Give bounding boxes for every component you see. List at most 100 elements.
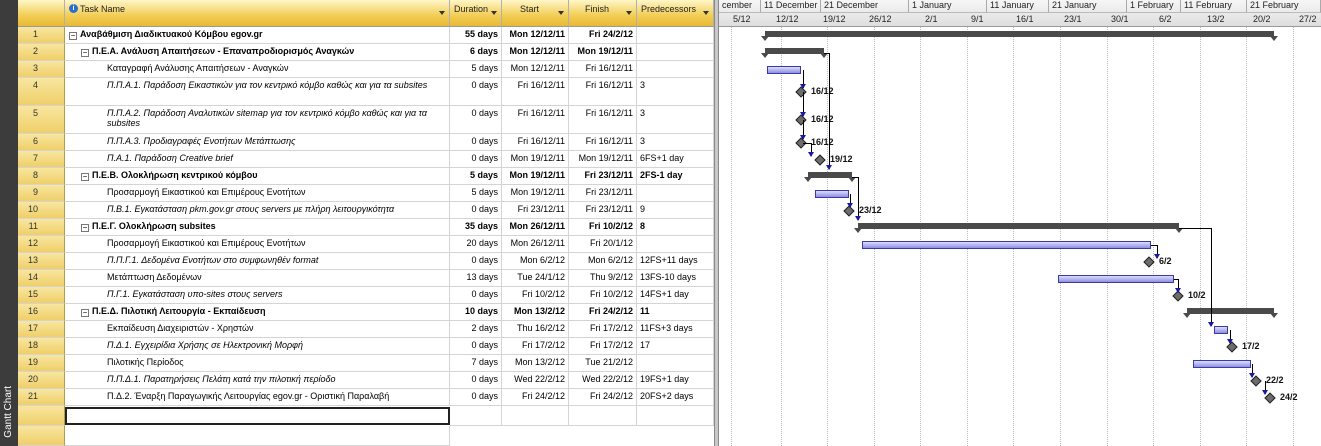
- collapse-toggle-icon[interactable]: −: [81, 224, 89, 232]
- table-row[interactable]: 21 Π.Δ.2. Έναρξη Παραγωγικής Λειτουργίας …: [18, 389, 714, 406]
- row-id[interactable]: 3: [18, 61, 65, 78]
- task-bar[interactable]: [1193, 359, 1251, 368]
- start-cell[interactable]: Mon 26/12/11: [502, 219, 569, 236]
- start-cell[interactable]: Mon 12/12/11: [502, 27, 569, 44]
- start-cell[interactable]: Mon 19/12/11: [502, 185, 569, 202]
- predecessors-cell[interactable]: 9: [637, 202, 714, 219]
- table-row[interactable]: 6 Π.Π.Α.3. Προδιαγραφές Ενοτήτων Μετάπτωσ…: [18, 134, 714, 151]
- task-name-cell[interactable]: − Π.Ε.Β. Ολοκλήρωση κεντρικού κόμβου: [65, 168, 450, 185]
- table-row[interactable]: 1− Αναβάθμιση Διαδικτυακού Κόμβου egov.gr…: [18, 27, 714, 44]
- row-id[interactable]: 2: [18, 44, 65, 61]
- start-cell[interactable]: Fri 16/12/11: [502, 134, 569, 151]
- task-name-cell[interactable]: Καταγραφή Ανάλυσης Απαιτήσεων - Αναγκών: [65, 61, 450, 78]
- predecessors-cell[interactable]: [637, 406, 714, 426]
- predecessors-cell[interactable]: 8: [637, 219, 714, 236]
- row-id[interactable]: 10: [18, 202, 65, 219]
- finish-cell[interactable]: Mon 19/12/11: [569, 44, 637, 61]
- task-bar[interactable]: [815, 189, 849, 198]
- finish-cell[interactable]: Fri 10/2/12: [569, 287, 637, 304]
- duration-cell[interactable]: 5 days: [450, 61, 502, 78]
- table-row[interactable]: 11− Π.Ε.Γ. Ολοκλήρωση subsites 35 days Mon …: [18, 219, 714, 236]
- row-id[interactable]: 12: [18, 236, 65, 253]
- table-row[interactable]: 8− Π.Ε.Β. Ολοκλήρωση κεντρικού κόμβου 5 da…: [18, 168, 714, 185]
- task-name-cell[interactable]: − Αναβάθμιση Διαδικτυακού Κόμβου egov.gr: [65, 27, 450, 44]
- task-name-cell[interactable]: Π.Α.1. Παράδοση Creative brief: [65, 151, 450, 168]
- table-row[interactable]: 14 Μετάπτωση Δεδομένων 13 days Tue 24/1/12 T…: [18, 270, 714, 287]
- row-id[interactable]: 14: [18, 270, 65, 287]
- view-bar[interactable]: Gantt Chart: [0, 0, 18, 446]
- table-row[interactable]: 13 Π.Π.Γ.1. Δεδομένα Ενοτήτων στο συμφωνη…: [18, 253, 714, 270]
- task-bar[interactable]: [1214, 325, 1228, 334]
- task-name-cell[interactable]: Π.Π.Α.1. Παράδοση Εικαστικών για τον κεν…: [65, 78, 450, 106]
- duration-cell[interactable]: 6 days: [450, 44, 502, 61]
- finish-cell[interactable]: Fri 23/12/11: [569, 168, 637, 185]
- duration-cell[interactable]: 35 days: [450, 219, 502, 236]
- start-cell[interactable]: Mon 13/2/12: [502, 304, 569, 321]
- duration-cell[interactable]: 0 days: [450, 372, 502, 389]
- finish-cell[interactable]: Thu 9/2/12: [569, 270, 637, 287]
- table-row[interactable]: 5 Π.Π.Α.2. Παράδοση Αναλυτικών sitemap γι…: [18, 106, 714, 134]
- summary-bar[interactable]: [761, 47, 828, 58]
- duration-cell[interactable]: [450, 406, 502, 426]
- start-cell[interactable]: Mon 26/12/11: [502, 236, 569, 253]
- duration-cell[interactable]: 7 days: [450, 355, 502, 372]
- task-bar[interactable]: [1058, 274, 1174, 283]
- table-row[interactable]: 16− Π.Ε.Δ. Πιλοτική Λειτουργία - Εκπαίδευ…: [18, 304, 714, 321]
- table-row[interactable]: 12 Προσαρμογή Εικαστικού και Επιμέρους Εν…: [18, 236, 714, 253]
- row-id[interactable]: 1: [18, 27, 65, 44]
- task-name-cell[interactable]: Εκπαίδευση Διαχειριστών - Χρηστών: [65, 321, 450, 338]
- duration-cell[interactable]: 0 days: [450, 151, 502, 168]
- finish-cell[interactable]: Fri 10/2/12: [569, 219, 637, 236]
- finish-cell[interactable]: Mon 6/2/12: [569, 253, 637, 270]
- finish-cell[interactable]: Mon 19/12/11: [569, 151, 637, 168]
- duration-cell[interactable]: 20 days: [450, 236, 502, 253]
- collapse-toggle-icon[interactable]: −: [69, 32, 77, 40]
- duration-cell[interactable]: 0 days: [450, 202, 502, 219]
- task-name-cell[interactable]: Π.Π.Α.2. Παράδοση Αναλυτικών sitemap για…: [65, 106, 450, 134]
- collapse-toggle-icon[interactable]: −: [81, 173, 89, 181]
- row-id[interactable]: 7: [18, 151, 65, 168]
- finish-cell[interactable]: Fri 24/2/12: [569, 304, 637, 321]
- task-bar[interactable]: [767, 65, 801, 74]
- predecessors-cell[interactable]: [637, 61, 714, 78]
- predecessors-cell[interactable]: 12FS+11 days: [637, 253, 714, 270]
- finish-cell[interactable]: Fri 20/1/12: [569, 236, 637, 253]
- start-cell[interactable]: Fri 24/2/12: [502, 389, 569, 406]
- start-cell[interactable]: Thu 16/2/12: [502, 321, 569, 338]
- task-name-header[interactable]: i Task Name: [65, 0, 450, 27]
- table-row[interactable]: 15 Π.Γ.1. Εγκατάσταση υπο-sites στους ser…: [18, 287, 714, 304]
- table-row[interactable]: 2− Π.Ε.Α. Ανάλυση Απαιτήσεων - Επαναπροδι…: [18, 44, 714, 61]
- task-name-cell[interactable]: Προσαρμογή Εικαστικού και Επιμέρους Ενοτ…: [65, 185, 450, 202]
- new-task-row[interactable]: [18, 406, 714, 426]
- table-row[interactable]: 18 Π.Δ.1. Εγχειρίδια Χρήσης σε Ηλεκτρονικ…: [18, 338, 714, 355]
- finish-header[interactable]: Finish: [569, 0, 637, 27]
- predecessors-cell[interactable]: 13FS-10 days: [637, 270, 714, 287]
- predecessors-cell[interactable]: 3: [637, 106, 714, 134]
- start-cell[interactable]: Mon 6/2/12: [502, 253, 569, 270]
- finish-cell[interactable]: Fri 16/12/11: [569, 78, 637, 106]
- filter-arrow-icon[interactable]: [491, 11, 497, 15]
- task-name-cell[interactable]: Π.Π.Γ.1. Δεδομένα Ενοτήτων στο συμφωνηθέ…: [65, 253, 450, 270]
- collapse-toggle-icon[interactable]: −: [81, 49, 89, 57]
- select-all-header[interactable]: [18, 0, 65, 27]
- task-bar[interactable]: [862, 240, 1151, 249]
- start-cell[interactable]: Mon 19/12/11: [502, 151, 569, 168]
- filter-arrow-icon[interactable]: [626, 11, 632, 15]
- task-name-cell[interactable]: Π.Γ.1. Εγκατάσταση υπο-sites στους serve…: [65, 287, 450, 304]
- predecessors-cell[interactable]: 20FS+2 days: [637, 389, 714, 406]
- row-id[interactable]: 21: [18, 389, 65, 406]
- duration-cell[interactable]: 0 days: [450, 134, 502, 151]
- start-header[interactable]: Start: [502, 0, 569, 27]
- collapse-toggle-icon[interactable]: −: [81, 309, 89, 317]
- start-cell[interactable]: Mon 13/2/12: [502, 355, 569, 372]
- duration-cell[interactable]: 0 days: [450, 389, 502, 406]
- duration-cell[interactable]: 0 days: [450, 338, 502, 355]
- empty-row[interactable]: [18, 426, 714, 446]
- predecessors-cell[interactable]: 3: [637, 78, 714, 106]
- task-name-cell[interactable]: [65, 426, 450, 446]
- task-name-cell[interactable]: Π.Δ.1. Εγχειρίδια Χρήσης σε Ηλεκτρονική …: [65, 338, 450, 355]
- finish-cell[interactable]: Fri 24/2/12: [569, 27, 637, 44]
- summary-bar[interactable]: [854, 222, 1183, 233]
- row-id[interactable]: 8: [18, 168, 65, 185]
- duration-cell[interactable]: 5 days: [450, 185, 502, 202]
